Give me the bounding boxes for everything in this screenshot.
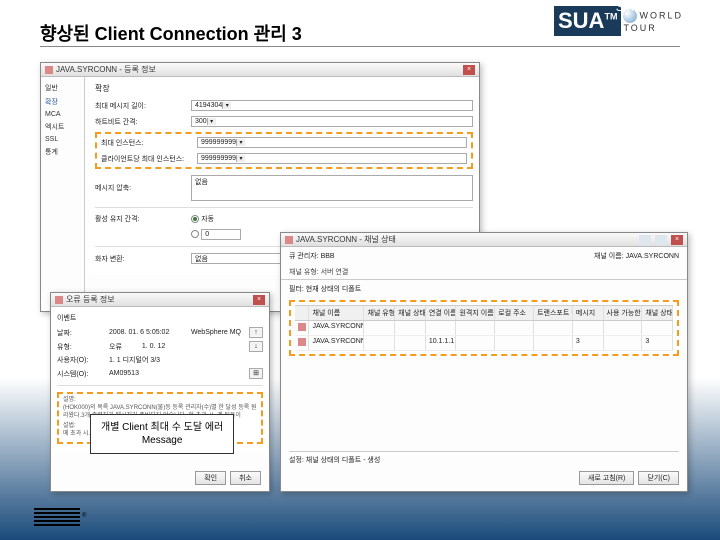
minimize-icon[interactable]	[639, 235, 651, 245]
dialog-buttons: 새로 고침(R) 닫기(C)	[579, 471, 679, 485]
sidebar-item-stats[interactable]: 통계	[45, 147, 80, 157]
close-icon[interactable]: ×	[253, 295, 265, 305]
label-user: 사용자(O):	[57, 355, 101, 365]
app-icon	[285, 236, 293, 244]
close-icon[interactable]: ×	[463, 65, 475, 75]
table-header: 채널 이름 채널 유형 채널 상태 연결 이름 원격지 이름 로컬 주소 트랜스…	[295, 305, 673, 321]
th-name[interactable]: 채널 이름	[309, 306, 364, 320]
queue-manager-label: 큐 관리자: BBB	[289, 251, 335, 261]
ok-button[interactable]: 확인	[195, 471, 226, 485]
spinner-icon[interactable]: ▾	[236, 139, 245, 146]
th-avail[interactable]: 사용 가능한 메시지	[604, 306, 643, 320]
callout-line1: 개별 Client 최대 수 도달 에러	[101, 421, 223, 434]
callout-line2: Message	[101, 434, 223, 447]
spinner-icon[interactable]: ▾	[236, 155, 245, 162]
copy-button[interactable]: ⊞	[249, 368, 263, 379]
label-type: 유형:	[57, 342, 101, 352]
field-max-msg: 최대 메시지 길이: 4194304▾	[95, 100, 473, 111]
label-max-msg: 최대 메시지 길이:	[95, 101, 185, 111]
error-dialog: 오류 등록 정보 × 이벤트 날짜:2008. 01. 6 5:05:02Web…	[50, 292, 270, 492]
input-max-msg[interactable]: 4194304▾	[191, 100, 473, 111]
field-heartbeat: 하트비트 간격: 300▾	[95, 116, 473, 127]
channel-icon	[298, 338, 306, 346]
cancel-button[interactable]: 취소	[230, 471, 261, 485]
label-install: 시스템(O):	[57, 369, 101, 379]
separator	[95, 207, 473, 208]
up-button[interactable]: ↑	[249, 327, 263, 338]
field-keepalive: 활성 유지 간격: 자동	[95, 214, 473, 224]
window-title: JAVA.SYRCONN - 등록 정보	[56, 64, 460, 75]
spinner-icon[interactable]: ▾	[222, 102, 231, 109]
section-title: 확장	[95, 83, 473, 94]
down-button[interactable]: ↓	[249, 341, 263, 352]
radio-value[interactable]: 0	[191, 229, 241, 240]
th-chstatus[interactable]: 채널 상태	[642, 306, 673, 320]
sidebar-item-general[interactable]: 일반	[45, 83, 80, 93]
input-msg-compress[interactable]: 없음	[191, 175, 473, 201]
maximize-icon[interactable]	[655, 235, 667, 245]
sidebar-item-ssl[interactable]: SSL	[45, 136, 80, 143]
radio-auto[interactable]: 자동	[191, 214, 214, 224]
channel-name-label: 채널 이름: JAVA.SYRCONN	[594, 251, 679, 261]
status-table: 채널 이름 채널 유형 채널 상태 연결 이름 원격지 이름 로컬 주소 트랜스…	[295, 305, 673, 351]
th-status[interactable]: 채널 상태	[395, 306, 426, 320]
sidebar: 일반 확장 MCA 엑시트 SSL 통계	[41, 77, 85, 311]
sidebar-item-exit[interactable]: 엑시트	[45, 122, 80, 132]
event-header: 이벤트	[57, 313, 263, 323]
table-row[interactable]: JAVA.SYRCONN	[295, 321, 673, 336]
footer-label: 설정: 채널 상태의 디폴트 - 생성	[289, 451, 679, 465]
ibm-logo: ®	[34, 506, 86, 526]
brand-logo: Smart SUATM WORLD TOUR	[554, 2, 714, 40]
field-msg-compress: 메시지 압축: 없음	[95, 175, 473, 201]
window-titlebar[interactable]: 오류 등록 정보 ×	[51, 293, 269, 307]
window-titlebar[interactable]: JAVA.SYRCONN - 등록 정보 ×	[41, 63, 479, 77]
input-max-inst[interactable]: 999999999▾	[197, 137, 467, 148]
input-heartbeat[interactable]: 300▾	[191, 116, 473, 127]
filter-label: 필터: 현재 상태의 디폴트	[281, 280, 687, 298]
label-max-inst: 최대 인스턴스:	[101, 138, 191, 148]
label-heartbeat: 하트비트 간격:	[95, 117, 185, 127]
window-title: JAVA.SYRCONN - 채널 상태	[296, 234, 636, 245]
th-trans[interactable]: 트랜스포트 번호	[534, 306, 573, 320]
field-max-inst: 최대 인스턴스: 999999999▾	[101, 137, 467, 148]
sidebar-item-mca[interactable]: MCA	[45, 111, 80, 118]
window-title: 오류 등록 정보	[66, 294, 250, 305]
slide-title: 향상된 Client Connection 관리 3	[40, 20, 302, 46]
th-msg[interactable]: 메시지	[573, 306, 604, 320]
table-row[interactable]: JAVA.SYRCONN 10.1.1.1 3 3	[295, 336, 673, 351]
label-keepalive: 활성 유지 간격:	[95, 214, 185, 224]
label-date: 날짜:	[57, 328, 101, 338]
label-convert: 화자 변환:	[95, 254, 185, 264]
refresh-button[interactable]: 새로 고침(R)	[579, 471, 634, 485]
channel-type-label: 채널 유형: 서버 연결	[281, 265, 687, 280]
label-msg-compress: 메시지 압축:	[95, 183, 185, 193]
status-header: 큐 관리자: BBB 채널 이름: JAVA.SYRCONN	[281, 247, 687, 265]
label-max-inst-client: 클라이언트당 최대 인스턴스:	[101, 154, 191, 164]
channel-status-dialog: JAVA.SYRCONN - 채널 상태 × 큐 관리자: BBB 채널 이름:…	[280, 232, 688, 492]
th-type[interactable]: 채널 유형	[364, 306, 395, 320]
field-max-inst-client: 클라이언트당 최대 인스턴스: 999999999▾	[101, 153, 467, 164]
close-button[interactable]: 닫기(C)	[638, 471, 679, 485]
sidebar-item-extend[interactable]: 확장	[45, 97, 80, 107]
input-max-inst-client[interactable]: 999999999▾	[197, 153, 467, 164]
close-icon[interactable]: ×	[671, 235, 683, 245]
highlighted-instance-fields: 최대 인스턴스: 999999999▾ 클라이언트당 최대 인스턴스: 9999…	[95, 132, 473, 169]
app-icon	[45, 66, 53, 74]
callout-label: 개별 Client 최대 수 도달 에러 Message	[90, 414, 234, 454]
window-titlebar[interactable]: JAVA.SYRCONN - 채널 상태 ×	[281, 233, 687, 247]
brand-sua: SUATM	[554, 6, 621, 36]
app-icon	[55, 296, 63, 304]
th-remote[interactable]: 원격지 이름	[456, 306, 495, 320]
brand-smart: Smart	[616, 0, 648, 14]
th-conn[interactable]: 연결 이름	[426, 306, 457, 320]
dialog-buttons: 확인 취소	[195, 471, 261, 485]
spinner-icon[interactable]: ▾	[207, 118, 216, 125]
th-local[interactable]: 로컬 주소	[495, 306, 534, 320]
ibm-bars-icon	[34, 506, 80, 526]
channel-icon	[298, 323, 306, 331]
desc-label: 설명:	[63, 397, 257, 405]
